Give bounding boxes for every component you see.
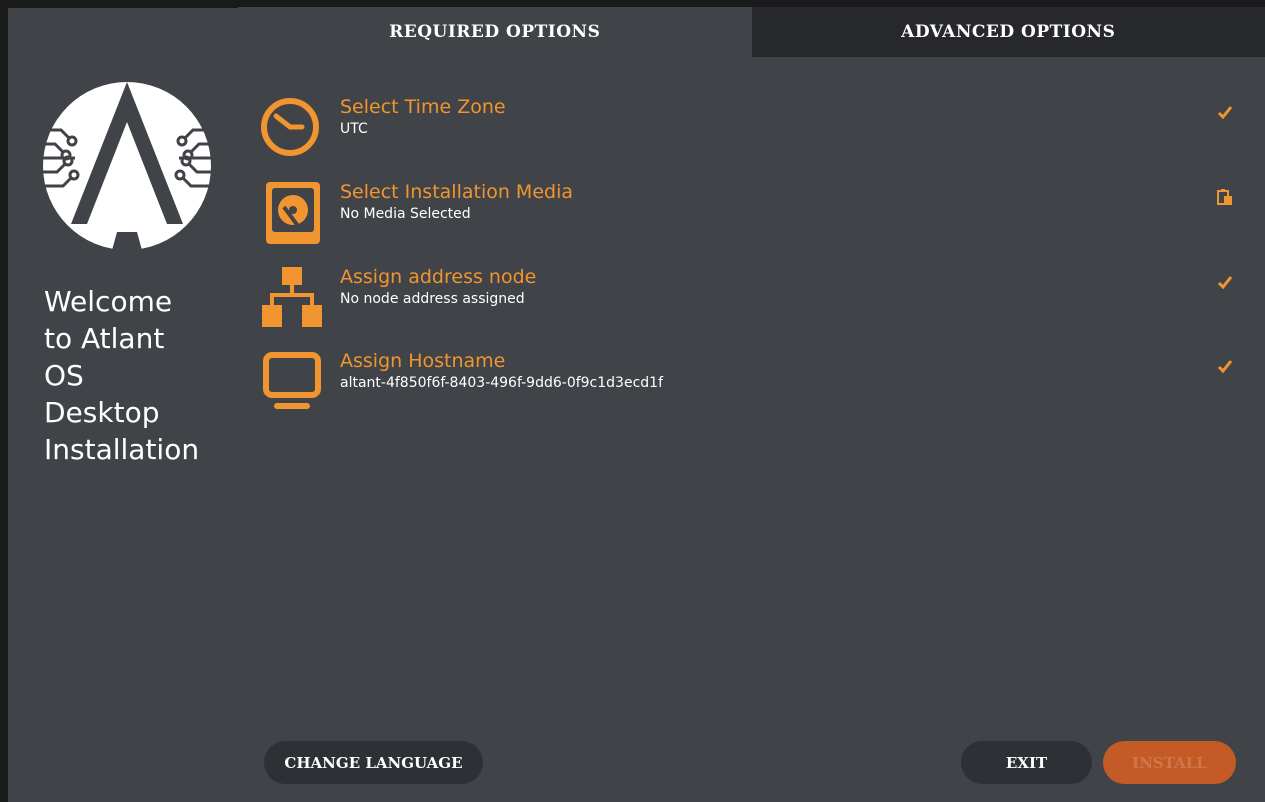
monitor-icon <box>263 352 321 409</box>
option-subtitle: UTC <box>340 121 368 137</box>
welcome-line: to Atlant <box>44 322 165 355</box>
option-time-zone[interactable]: Select Time Zone UTC <box>258 95 1248 170</box>
clock-icon <box>261 98 319 156</box>
check-icon <box>1217 360 1233 374</box>
install-button[interactable]: INSTALL <box>1103 741 1236 784</box>
option-title: Select Installation Media <box>340 181 573 203</box>
tab-advanced-options[interactable]: ADVANCED OPTIONS <box>751 7 1265 57</box>
welcome-text: Welcome to Atlant OS Desktop Installatio… <box>44 283 234 468</box>
tab-required-options[interactable]: REQUIRED OPTIONS <box>238 7 752 57</box>
welcome-line: Welcome <box>44 285 173 318</box>
tab-bar: REQUIRED OPTIONS ADVANCED OPTIONS <box>238 7 1265 57</box>
check-icon <box>1217 106 1233 120</box>
option-subtitle: No node address assigned <box>340 291 525 307</box>
network-icon <box>262 267 322 327</box>
welcome-line: Installation <box>44 433 200 466</box>
option-address-node[interactable]: Assign address node No node address assi… <box>258 265 1248 340</box>
option-subtitle: No Media Selected <box>340 206 471 222</box>
clipboard-icon <box>1217 189 1232 205</box>
check-icon <box>1217 276 1233 290</box>
exit-button[interactable]: EXIT <box>961 741 1092 784</box>
option-title: Assign address node <box>340 266 537 288</box>
option-subtitle: altant-4f850f6f-8403-496f-9dd6-0f9c1d3ec… <box>340 375 663 391</box>
option-installation-media[interactable]: Select Installation Media No Media Selec… <box>258 180 1248 255</box>
option-title: Select Time Zone <box>340 96 506 118</box>
disk-icon <box>266 182 320 244</box>
option-hostname[interactable]: Assign Hostname altant-4f850f6f-8403-496… <box>258 349 1248 424</box>
option-title: Assign Hostname <box>340 350 506 372</box>
welcome-line: Desktop <box>44 396 160 429</box>
atlant-logo <box>41 82 213 254</box>
welcome-line: OS <box>44 359 84 392</box>
change-language-button[interactable]: CHANGE LANGUAGE <box>264 741 483 784</box>
